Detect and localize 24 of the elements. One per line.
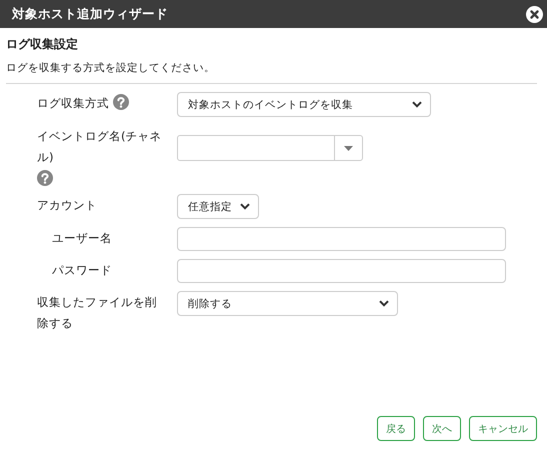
dropdown[interactable]: 対象ホストのイベントログを収集 xyxy=(177,92,431,117)
close-icon[interactable] xyxy=(526,6,543,22)
chevron-down-icon xyxy=(379,300,389,307)
help-icon[interactable] xyxy=(37,170,53,186)
footer-button[interactable]: キャンセル xyxy=(469,416,537,441)
description-text: ログを収集する方式を設定してください。 xyxy=(6,61,216,75)
footer-button[interactable]: 戻る xyxy=(377,416,415,441)
window-title: 対象ホスト追加ウィザード xyxy=(12,6,168,22)
field-label: 収集したファイルを削除する xyxy=(37,295,157,330)
chevron-down-icon xyxy=(412,101,422,108)
field-label: イベントログ名(チャネル) xyxy=(37,129,162,164)
chevron-down-icon xyxy=(240,203,250,210)
caret-icon xyxy=(344,146,353,150)
field-label: ユーザー名 xyxy=(52,230,112,247)
section-heading: ログ収集設定 xyxy=(6,36,79,53)
field-label: パスワード xyxy=(52,262,112,279)
field-label: ログ収集方式 xyxy=(37,96,109,110)
input-field[interactable] xyxy=(177,259,506,283)
dropdown[interactable]: 任意指定 xyxy=(177,194,259,219)
field-label: アカウント xyxy=(37,198,97,212)
footer-button[interactable]: 次へ xyxy=(423,416,461,441)
help-icon[interactable] xyxy=(113,94,129,110)
input-field[interactable] xyxy=(177,227,506,251)
dropdown[interactable]: 削除する xyxy=(177,291,398,316)
